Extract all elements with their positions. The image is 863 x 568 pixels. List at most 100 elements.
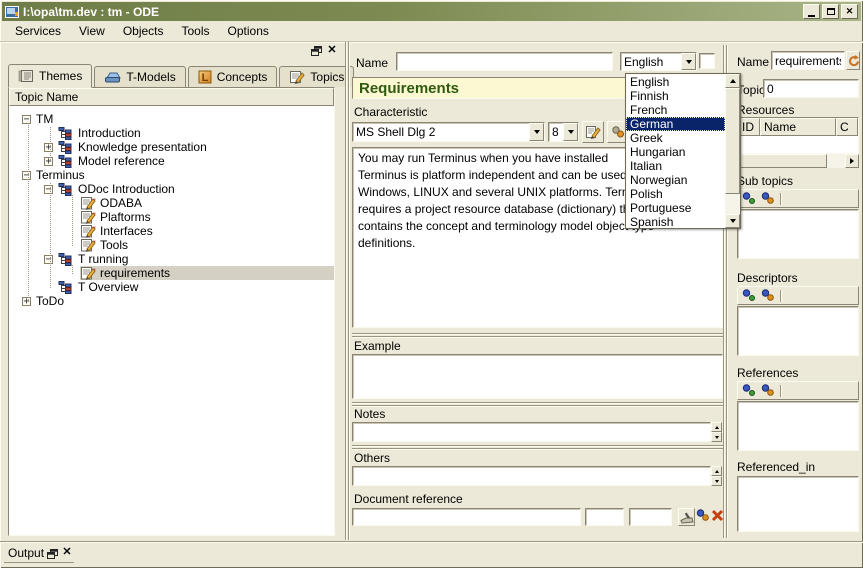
spin-up-icon[interactable]	[711, 466, 722, 476]
output-float-button[interactable]	[46, 548, 59, 559]
menu-view[interactable]: View	[70, 22, 114, 40]
scroll-up-button[interactable]	[725, 74, 740, 88]
scrollbar-thumb[interactable]	[725, 88, 740, 194]
references-list[interactable]	[737, 401, 859, 451]
menu-tools[interactable]: Tools	[173, 22, 219, 40]
tree-item-knowledge-presentation[interactable]: +Knowledge presentation	[9, 140, 334, 154]
collapse-icon[interactable]: −	[22, 115, 31, 124]
title-bar[interactable]: I:\opa\tm.dev : tm - ODE ✕	[2, 2, 861, 21]
dock-float-button[interactable]	[310, 45, 323, 56]
expand-icon[interactable]: +	[44, 157, 53, 166]
descriptors-list[interactable]	[737, 306, 859, 356]
expand-icon[interactable]: +	[22, 297, 31, 306]
sub-topics-list[interactable]	[737, 209, 859, 259]
collapse-icon[interactable]: −	[22, 171, 31, 180]
link-resource-button[interactable]	[696, 507, 710, 523]
collapse-icon[interactable]: −	[44, 255, 53, 264]
language-option-german[interactable]: German	[626, 117, 725, 131]
language-option-portuguese[interactable]: Portuguese	[626, 201, 725, 215]
tree-item-terminus[interactable]: −Terminus	[9, 168, 334, 182]
language-option-italian[interactable]: Italian	[626, 159, 725, 173]
resources-column-id[interactable]: ID	[738, 118, 760, 136]
tree-item-odaba[interactable]: ODABA	[9, 196, 334, 210]
font-dropdown-button[interactable]	[529, 123, 544, 141]
document-reference-field3[interactable]	[629, 508, 672, 526]
tree-item-t-overview[interactable]: T Overview	[9, 280, 334, 294]
language-option-english[interactable]: English	[626, 75, 725, 89]
tree-item-todo[interactable]: +ToDo	[9, 294, 334, 308]
tree-item-tools[interactable]: Tools	[9, 238, 334, 252]
font-size-dropdown-button[interactable]	[563, 123, 578, 141]
font-combobox[interactable]: MS Shell Dlg 2	[352, 122, 545, 142]
menu-objects[interactable]: Objects	[114, 22, 173, 40]
document-reference-field2[interactable]	[585, 508, 624, 526]
language-option-greek[interactable]: Greek	[626, 131, 725, 145]
resources-hscrollbar[interactable]	[737, 154, 859, 168]
name-input[interactable]	[396, 52, 613, 71]
resources-table-body[interactable]	[738, 136, 858, 153]
others-input[interactable]	[352, 466, 711, 486]
scrollbar-track[interactable]	[725, 194, 740, 214]
delete-reference-button[interactable]	[710, 507, 724, 523]
language-option-french[interactable]: French	[626, 103, 725, 117]
left-splitter[interactable]	[345, 42, 350, 540]
referenced-in-list[interactable]	[737, 476, 859, 532]
language-checkbox[interactable]	[699, 53, 715, 69]
splitter-example[interactable]	[352, 333, 723, 338]
spin-down-icon[interactable]	[711, 432, 722, 442]
tree-item-requirements[interactable]: requirements	[9, 266, 334, 280]
link-reference-button[interactable]	[761, 384, 775, 397]
tree-item-tm[interactable]: −TM	[9, 112, 334, 126]
scrollbar-track[interactable]	[827, 154, 845, 168]
language-option-polish[interactable]: Polish	[626, 187, 725, 201]
language-combobox[interactable]: English	[620, 52, 697, 71]
scrollbar-thumb[interactable]	[737, 154, 827, 168]
tree-item-interfaces[interactable]: Interfaces	[9, 224, 334, 238]
tree-column-header[interactable]: Topic Name	[9, 88, 334, 106]
resources-column-name[interactable]: Name	[760, 118, 836, 136]
rp-topic-input[interactable]	[763, 79, 859, 98]
menu-options[interactable]: Options	[219, 22, 278, 40]
tab-themes[interactable]: Themes	[8, 64, 92, 88]
language-option-finnish[interactable]: Finnish	[626, 89, 725, 103]
edit-text-button[interactable]	[582, 121, 604, 143]
tree-item-model-reference[interactable]: +Model reference	[9, 154, 334, 168]
tab-concepts[interactable]: LConcepts	[188, 66, 278, 87]
tree-item-introduction[interactable]: Introduction	[9, 126, 334, 140]
close-button[interactable]: ✕	[841, 4, 858, 19]
tree-item-plaftorms[interactable]: Plaftorms	[9, 210, 334, 224]
link-sub-topic-button[interactable]	[761, 192, 775, 205]
tree-item-odoc-introduction[interactable]: −ODoc Introduction	[9, 182, 334, 196]
minimize-button[interactable]	[803, 4, 820, 19]
add-sub-topic-button[interactable]	[742, 192, 756, 205]
tab-topics[interactable]: Topics	[279, 66, 354, 87]
notes-spinner[interactable]	[711, 422, 722, 442]
maximize-button[interactable]	[822, 4, 839, 19]
others-spinner[interactable]	[711, 466, 722, 486]
tab-t-models[interactable]: T-Models	[94, 66, 185, 87]
document-reference-input[interactable]	[352, 508, 581, 526]
language-option-hungarian[interactable]: Hungarian	[626, 145, 725, 159]
dock-close-button[interactable]: ✕	[326, 43, 338, 56]
link-descriptor-button[interactable]	[761, 289, 775, 302]
scroll-right-button[interactable]	[845, 154, 859, 168]
example-textarea[interactable]	[352, 354, 723, 399]
expand-icon[interactable]: +	[44, 143, 53, 152]
sign-document-button[interactable]	[678, 508, 695, 526]
add-descriptor-button[interactable]	[742, 289, 756, 302]
menu-services[interactable]: Services	[6, 22, 70, 40]
scroll-down-button[interactable]	[725, 214, 740, 228]
notes-input[interactable]	[352, 422, 711, 442]
resources-column-c[interactable]: C	[836, 118, 858, 136]
output-close-button[interactable]: ✕	[61, 545, 73, 558]
rp-name-input[interactable]	[771, 51, 845, 70]
font-size-combobox[interactable]: 8	[548, 122, 579, 142]
language-option-norwegian[interactable]: Norwegian	[626, 173, 725, 187]
rp-reload-button[interactable]	[846, 51, 860, 70]
spin-down-icon[interactable]	[711, 476, 722, 486]
splitter-others[interactable]	[352, 445, 723, 450]
tree-item-t-running[interactable]: −T running	[9, 252, 334, 266]
collapse-icon[interactable]: −	[44, 185, 53, 194]
language-option-spanish[interactable]: Spanish	[626, 215, 725, 228]
add-reference-button[interactable]	[742, 384, 756, 397]
